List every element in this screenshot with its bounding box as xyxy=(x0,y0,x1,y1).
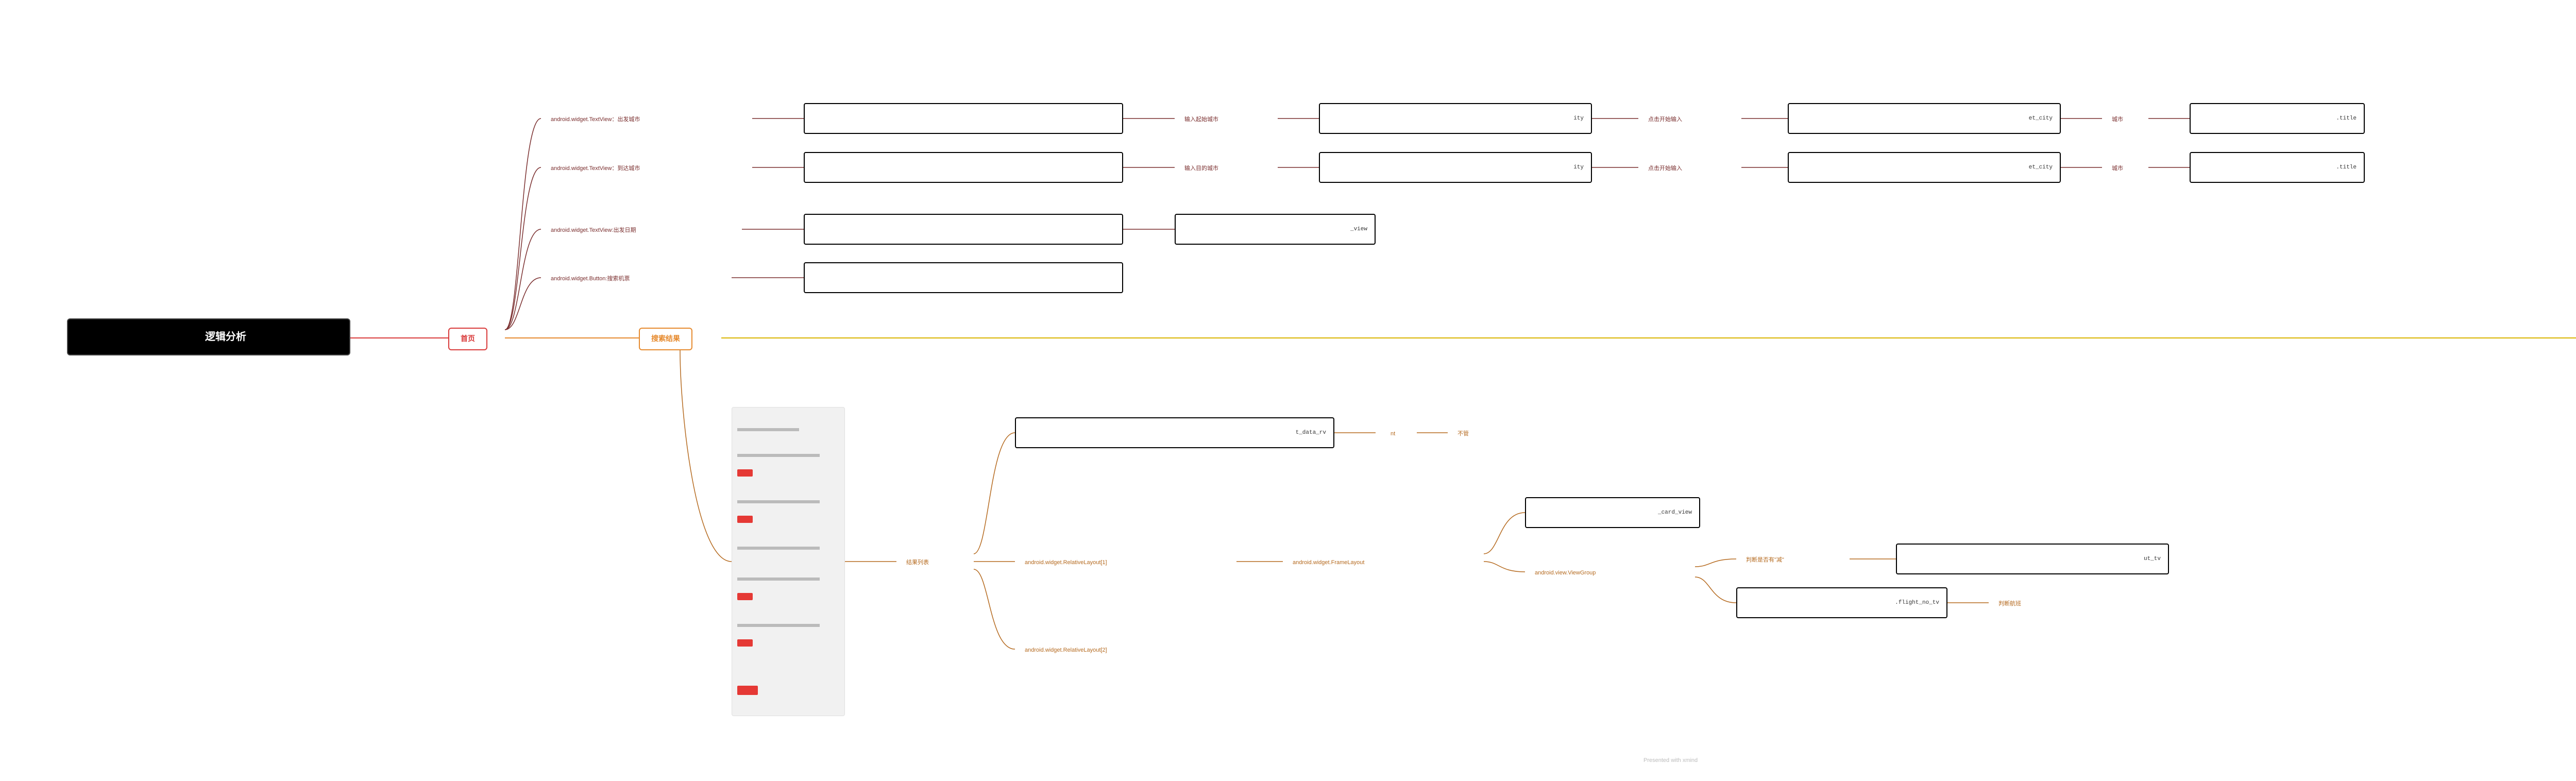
root-mask xyxy=(89,329,202,345)
home-row-2-rid xyxy=(804,214,1123,245)
hub-search: 搜索结果 xyxy=(639,328,692,350)
results-rel1: android.widget.RelativeLayout[1] xyxy=(1015,554,1117,571)
input-1-click: 点击开始输入 xyxy=(1638,160,1692,177)
root-label: 逻辑分析 xyxy=(205,330,246,344)
home-row-2-label: android.widget.TextView:出发日期 xyxy=(541,222,646,239)
results-cut-rid: ut_tv xyxy=(1896,544,2169,574)
root-node: 逻辑分析 xyxy=(67,318,350,355)
home-row-1-rid xyxy=(804,152,1123,183)
results-list-label: 结果列表 xyxy=(896,554,939,571)
home-row-0-rid xyxy=(804,103,1123,134)
home-row-1-label: android.widget.TextView：到达城市 xyxy=(541,160,650,177)
results-viewgroup: android.view.ViewGroup xyxy=(1525,565,1605,582)
results-card-rid: _card_view xyxy=(1525,497,1700,528)
rid-suffix: _card_view xyxy=(1658,510,1692,516)
results-flight-rid: .flight_no_tv xyxy=(1736,587,1947,618)
home-row-3-rid xyxy=(804,262,1123,293)
hub-home-label: 首页 xyxy=(461,334,475,344)
rid-suffix: .title xyxy=(2336,164,2357,171)
hub-search-label: 搜索结果 xyxy=(651,334,680,344)
rid-suffix: .title xyxy=(2336,115,2357,122)
input-0-click: 点击开始输入 xyxy=(1638,111,1692,128)
hub-home: 首页 xyxy=(448,328,487,350)
results-nt: nt xyxy=(1381,426,1405,443)
home-row-0-label: android.widget.TextView：出发城市 xyxy=(541,111,650,128)
results-judge-jian: 判断是否有"减" xyxy=(1736,552,1794,569)
rid-suffix: et_city xyxy=(2029,164,2053,171)
input-0-rid3: .title xyxy=(2190,103,2365,134)
rid-suffix: ity xyxy=(1573,115,1584,122)
results-top-rid: t_data_rv xyxy=(1015,417,1334,448)
input-1-city: 城市 xyxy=(2102,160,2133,177)
rid-suffix: et_city xyxy=(2029,115,2053,122)
input-1-rid3: .title xyxy=(2190,152,2365,183)
rid-suffix: t_data_rv xyxy=(1296,430,1326,436)
results-rel2: android.widget.RelativeLayout[2] xyxy=(1015,642,1117,659)
results-judge-flight: 判断航班 xyxy=(1989,596,2031,613)
input-1-rid: ity xyxy=(1319,152,1592,183)
input-0-city: 城市 xyxy=(2102,111,2133,128)
rid-suffix: _view xyxy=(1350,226,1367,232)
date-rid2: _view xyxy=(1175,214,1376,245)
footer-credit: Presented with xmind xyxy=(1643,757,1698,763)
footer-text: Presented with xyxy=(1643,757,1683,763)
thumb-search-results xyxy=(732,407,845,716)
results-nt-note: 不管 xyxy=(1448,426,1479,443)
input-1-type: 输入目的城市 xyxy=(1175,160,1228,177)
home-row-3-label: android.widget.Button:搜索机票 xyxy=(541,270,639,287)
input-0-type: 输入起始城市 xyxy=(1175,111,1228,128)
results-frame: android.widget.FrameLayout xyxy=(1283,554,1374,571)
input-0-rid: ity xyxy=(1319,103,1592,134)
rid-suffix: ut_tv xyxy=(2144,556,2161,562)
input-0-rid2: et_city xyxy=(1788,103,2061,134)
footer-link[interactable]: xmind xyxy=(1683,757,1698,763)
rid-suffix: ity xyxy=(1573,164,1584,171)
input-1-rid2: et_city xyxy=(1788,152,2061,183)
rid-suffix: .flight_no_tv xyxy=(1895,600,1939,606)
